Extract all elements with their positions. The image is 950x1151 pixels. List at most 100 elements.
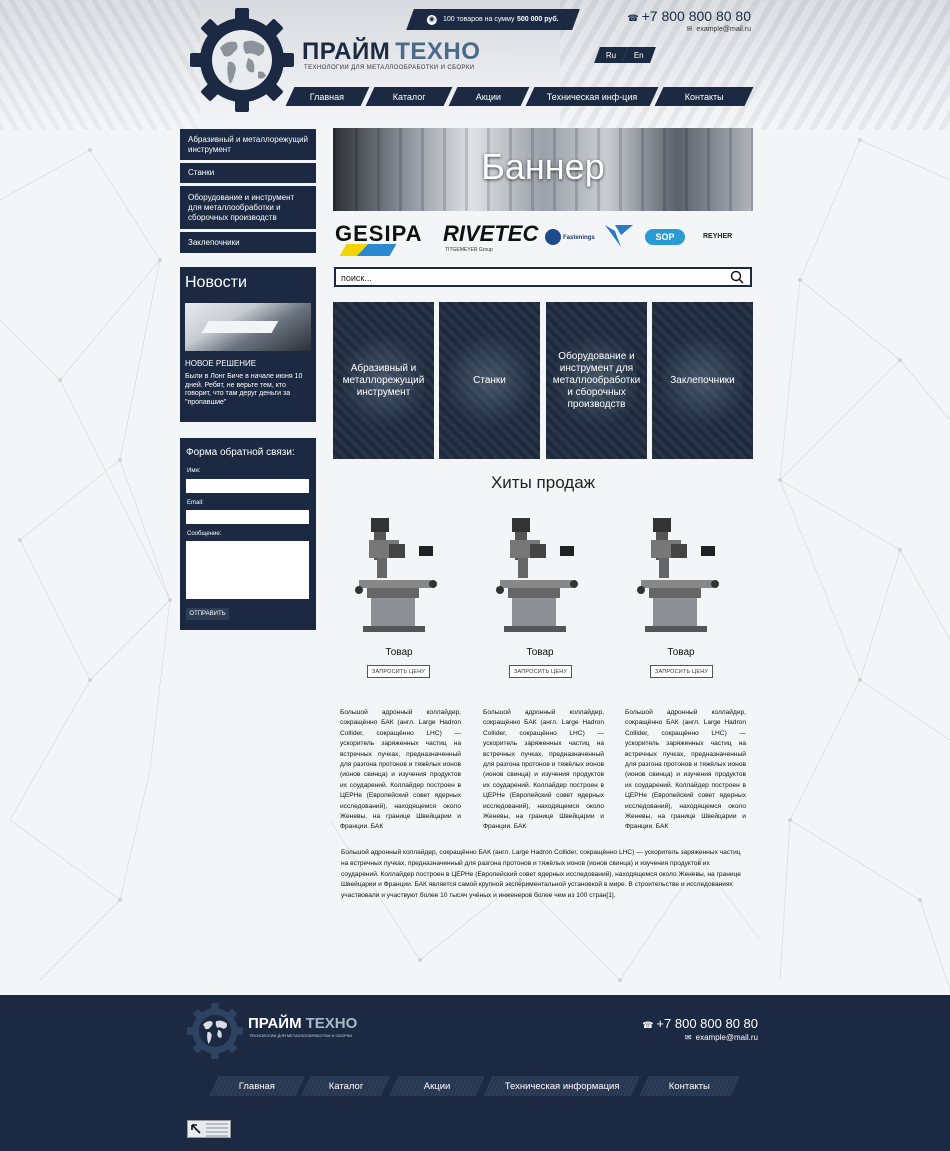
footer-email-address: example@mail.ru bbox=[695, 1033, 758, 1042]
email-input[interactable] bbox=[186, 510, 309, 524]
counter-arrow-icon bbox=[191, 1124, 201, 1134]
message-textarea[interactable] bbox=[186, 541, 309, 599]
promo-icon: ◉ bbox=[426, 14, 437, 25]
footer-nav-label: Каталог bbox=[328, 1080, 364, 1092]
product-name[interactable]: Товар bbox=[631, 647, 731, 658]
fastenings-icon bbox=[545, 229, 561, 245]
promo-banner[interactable]: ◉ 100 товаров на сумму 500 000 руб. bbox=[406, 9, 580, 30]
news-text: Были в Лонг Биче в начале июня 10 дней. … bbox=[185, 373, 303, 406]
lang-en-label: En bbox=[634, 50, 644, 60]
footer-brand-name[interactable]: ПРАЙМ ТЕХНО bbox=[248, 1015, 357, 1032]
product-name[interactable]: Товар bbox=[349, 647, 449, 658]
message-label: Сообщение: bbox=[187, 531, 222, 537]
tile-equipment[interactable]: Оборудование и инструмент для металлообр… bbox=[546, 302, 647, 459]
footer bbox=[0, 995, 950, 1151]
footer-nav-label: Техническая информация bbox=[504, 1080, 620, 1092]
sidebar-category-label: Оборудование и инструмент для металлообр… bbox=[188, 192, 295, 222]
sidebar-category-machines[interactable]: Станки bbox=[180, 163, 316, 183]
footer-phone[interactable]: ☎ +7 800 800 80 80 bbox=[642, 1016, 758, 1031]
gear-globe-logo[interactable] bbox=[190, 8, 294, 112]
search-icon[interactable] bbox=[730, 270, 744, 284]
email-label: Email: bbox=[187, 500, 204, 506]
text-column: Большой адронный коллайдер, сокращённо Б… bbox=[340, 709, 461, 831]
hits-title: Хиты продаж bbox=[490, 473, 596, 492]
footer-nav-label: Главная bbox=[238, 1080, 276, 1092]
nav-catalog-label: Каталог bbox=[392, 91, 426, 102]
brand-tagline: ТЕХНОЛОГИИ ДЛЯ МЕТАЛЛООБРАБОТКИ И СБОРКИ bbox=[304, 65, 475, 71]
sidebar-category-label: Абразивный и металлорежущий инструмент bbox=[188, 134, 309, 154]
description-text: Большой адронный коллайдер, сокращённо Б… bbox=[341, 849, 741, 900]
product-image[interactable] bbox=[490, 510, 590, 635]
mail-icon: ✉ bbox=[686, 26, 693, 33]
nav-contacts[interactable]: Контакты bbox=[654, 87, 754, 106]
brand-logo-sop[interactable]: SOP bbox=[645, 229, 685, 245]
tile-riveters[interactable]: Заклепочники bbox=[652, 302, 753, 459]
footer-nav-catalog[interactable]: Каталог bbox=[301, 1076, 391, 1096]
mail-icon: ✉ bbox=[684, 1033, 692, 1042]
tile-label: Станки bbox=[473, 374, 506, 386]
brand-logo-fastenings[interactable]: Fastenings bbox=[563, 235, 595, 241]
footer-email[interactable]: ✉ example@mail.ru bbox=[685, 1033, 758, 1042]
sidebar-category-abrasive[interactable]: Абразивный и металлорежущий инструмент bbox=[180, 129, 316, 160]
swoosh-logo-icon[interactable] bbox=[601, 221, 637, 251]
nav-contacts-label: Контакты bbox=[684, 91, 724, 102]
footer-nav-contacts[interactable]: Контакты bbox=[639, 1076, 741, 1096]
footer-nav-promotions[interactable]: Акции bbox=[389, 1076, 485, 1096]
brand-name[interactable]: ПРАЙМ ТЕХНО bbox=[302, 38, 480, 66]
news-image[interactable] bbox=[185, 303, 311, 351]
sidebar-category-riveters[interactable]: Заклепочники bbox=[180, 232, 316, 253]
search-input[interactable] bbox=[341, 271, 721, 284]
request-price-button[interactable]: ЗАПРОСИТЬ ЦЕНУ bbox=[650, 665, 713, 678]
footer-nav-tech-info[interactable]: Техническая информация bbox=[483, 1076, 641, 1096]
nav-home[interactable]: Главная bbox=[285, 87, 370, 106]
nav-tech-info-label: Техническая инф-ция bbox=[546, 91, 638, 102]
footer-nav-home[interactable]: Главная bbox=[209, 1076, 305, 1096]
tile-label: Заклепочники bbox=[670, 374, 735, 386]
news-headline[interactable]: НОВОЕ РЕШЕНИЕ bbox=[185, 359, 256, 368]
tile-abrasive[interactable]: Абразивный и металлорежущий инструмент bbox=[333, 302, 434, 459]
footer-brand-part-1: ПРАЙМ bbox=[248, 1015, 302, 1032]
banner-text: Баннер bbox=[481, 146, 605, 187]
nav-tech-info[interactable]: Техническая инф-ция bbox=[525, 87, 659, 106]
tile-label: Оборудование и инструмент для металлообр… bbox=[552, 350, 641, 410]
text-column: Большой адронный коллайдер, сокращённо Б… bbox=[625, 709, 746, 831]
feedback-form: Форма обратной связи: Имя: Email: Сообще… bbox=[180, 438, 316, 630]
brand-part-2: ТЕХНО bbox=[395, 38, 481, 65]
promo-text: 100 товаров на сумму bbox=[442, 16, 515, 23]
footer-tagline: ТЕХНОЛОГИИ ДЛЯ МЕТАЛЛООБРАБОТКИ И СБОРКИ bbox=[249, 1033, 352, 1038]
text-column: Большой адронный коллайдер, сокращённо Б… bbox=[483, 709, 604, 831]
banner[interactable]: Баннер bbox=[333, 128, 753, 211]
sidebar-category-label: Станки bbox=[188, 168, 215, 177]
submit-button[interactable]: ОТПРАВИТЬ bbox=[186, 608, 229, 620]
footer-nav-label: Контакты bbox=[669, 1080, 711, 1092]
lang-ru-label: Ru bbox=[605, 50, 617, 60]
nav-catalog[interactable]: Каталог bbox=[365, 87, 453, 106]
phone-icon: ☎ bbox=[642, 1020, 654, 1030]
visit-counter[interactable] bbox=[187, 1120, 231, 1138]
nav-home-label: Главная bbox=[310, 91, 345, 102]
product-name[interactable]: Товар bbox=[490, 647, 590, 658]
lang-en-button[interactable]: En bbox=[622, 47, 656, 63]
product-image[interactable] bbox=[631, 510, 731, 635]
search-bar bbox=[334, 267, 752, 287]
footer-nav-label: Акции bbox=[423, 1080, 451, 1092]
footer-gear-globe-logo[interactable] bbox=[187, 1003, 243, 1059]
header-email[interactable]: ✉ example@mail.ru bbox=[687, 25, 751, 33]
product-image[interactable] bbox=[349, 510, 449, 635]
rivetec-subtitle: TITGEMEYER Group bbox=[445, 247, 493, 253]
brand-part-1: ПРАЙМ bbox=[302, 38, 391, 65]
tile-label: Абразивный и металлорежущий инструмент bbox=[342, 362, 425, 398]
brand-logo-reyher[interactable]: REYHER bbox=[703, 233, 732, 240]
nav-promotions[interactable]: Акции bbox=[448, 87, 530, 106]
tile-machines[interactable]: Станки bbox=[439, 302, 540, 459]
request-price-button[interactable]: ЗАПРОСИТЬ ЦЕНУ bbox=[509, 665, 572, 678]
request-price-button[interactable]: ЗАПРОСИТЬ ЦЕНУ bbox=[367, 665, 430, 678]
name-label: Имя: bbox=[187, 468, 201, 474]
name-input[interactable] bbox=[186, 479, 309, 493]
promo-amount: 500 000 руб. bbox=[517, 16, 560, 23]
gesipa-stripe bbox=[339, 244, 397, 256]
email-address: example@mail.ru bbox=[696, 26, 751, 33]
header-phone[interactable]: ☎ +7 800 800 80 80 bbox=[627, 8, 751, 24]
brand-logo-rivetec[interactable]: RIVETEC bbox=[443, 221, 538, 247]
sidebar-category-equipment[interactable]: Оборудование и инструмент для металлообр… bbox=[180, 186, 316, 229]
